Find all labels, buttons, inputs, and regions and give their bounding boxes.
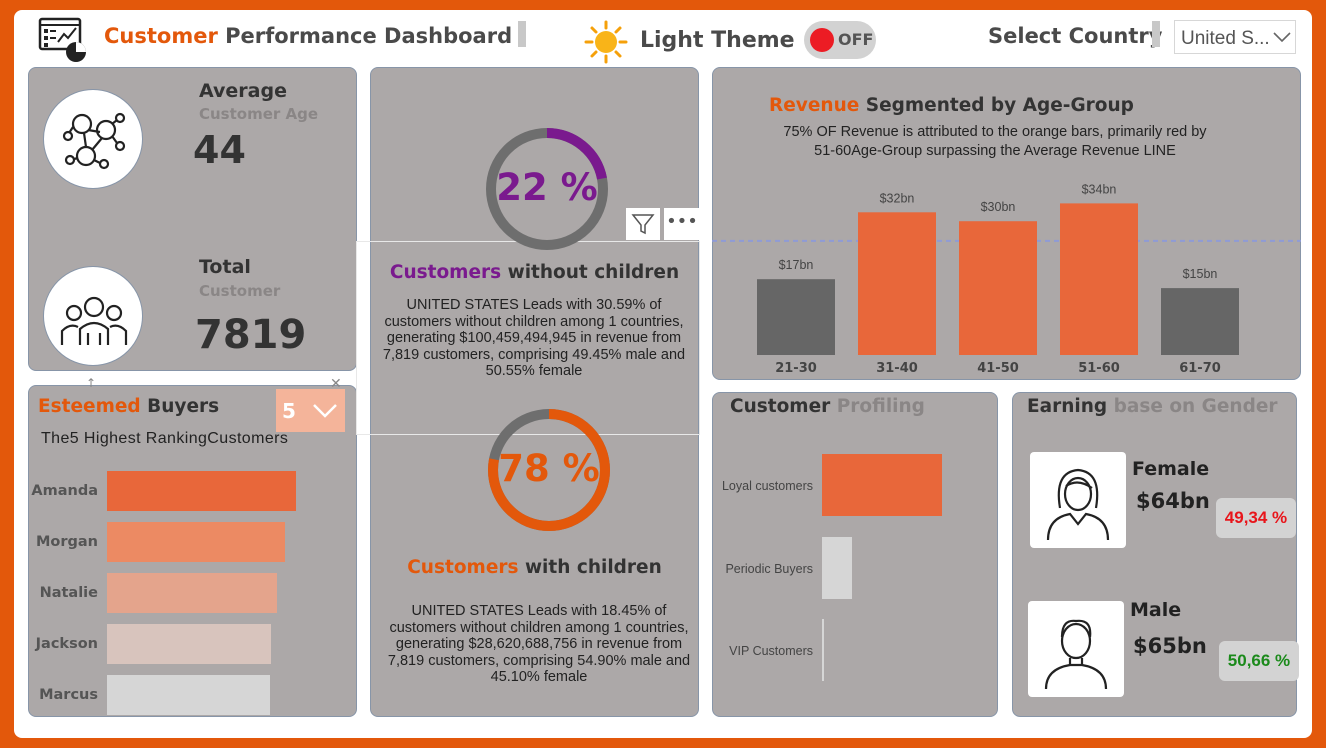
male-label: Male [1130, 599, 1182, 621]
donut-with-label: 78 % [498, 447, 600, 490]
revenue-bar[interactable] [757, 279, 835, 355]
revenue-chart-subtitle: 75% OF Revenue is attributed to the oran… [712, 123, 1278, 161]
profiling-title-rest: Profiling [836, 396, 925, 417]
without-children-title: Customers without children [370, 262, 699, 283]
top-n-value: 5 [282, 399, 296, 423]
revenue-data-label: $17bn [779, 258, 814, 272]
filter-button[interactable] [626, 208, 660, 240]
buyer-name: Amanda [31, 483, 98, 499]
revenue-bar[interactable] [1060, 203, 1138, 355]
revenue-category-label: 21-30 [775, 361, 817, 376]
buyers-title-accent: Esteemed [38, 396, 141, 417]
gender-title-accent: Earning [1027, 396, 1108, 417]
profiling-bar[interactable] [822, 537, 852, 599]
buyer-name: Jackson [35, 636, 98, 652]
buyer-bar[interactable] [107, 522, 285, 562]
buyers-subtitle: The5 Highest RankingCustomers [41, 430, 289, 447]
profiling-bar[interactable] [822, 454, 942, 516]
without-children-text: UNITED STATES Leads with 30.59% of custo… [382, 297, 686, 380]
revenue-bar[interactable] [858, 212, 936, 355]
revenue-data-label: $15bn [1183, 267, 1218, 281]
buyer-bar[interactable] [107, 573, 278, 613]
revenue-bar-chart: $17bn 21-30 $32bn 31-40 $30bn 41-50 $34bn 51-60… [712, 182, 1301, 376]
sun-icon [584, 20, 628, 64]
revenue-category-label: 61-70 [1179, 361, 1221, 376]
dashboard-logo-icon [38, 16, 90, 64]
country-label: Select Country [988, 24, 1163, 48]
female-value: $64bn [1136, 489, 1210, 513]
revenue-title-accent: Revenue [769, 95, 860, 116]
customer-profiling-card [712, 392, 998, 717]
customer-group-icon [43, 266, 143, 366]
total-customer-label: Total [199, 256, 251, 278]
toggle-knob [810, 28, 834, 52]
page-title: Customer Performance Dashboard [104, 24, 512, 48]
theme-label: Light Theme [640, 28, 795, 53]
female-avatar-icon [1030, 452, 1126, 548]
total-customer-value: 7819 [195, 312, 307, 358]
chevron-down-icon [1273, 32, 1291, 43]
with-children-title-accent: Customers [407, 557, 519, 578]
buyer-bar[interactable] [107, 471, 296, 511]
male-value: $65bn [1133, 634, 1207, 658]
profiling-category-label: VIP Customers [729, 644, 813, 658]
profiling-category-label: Periodic Buyers [725, 562, 813, 576]
page-title-rest: Performance Dashboard [225, 24, 513, 48]
buyers-title-rest: Buyers [147, 396, 220, 417]
buyer-name: Marcus [39, 687, 98, 703]
revenue-title-rest: Segmented by Age-Group [865, 95, 1134, 116]
male-pct: 50,66 % [1219, 641, 1299, 681]
without-children-title-accent: Customers [389, 262, 502, 283]
revenue-chart-title: Revenue Segmented by Age-Group [769, 95, 1134, 116]
female-label: Female [1132, 458, 1210, 480]
revenue-category-label: 31-40 [876, 361, 918, 376]
profiling-title: Customer Profiling [730, 396, 925, 417]
female-pct: 49,34 % [1216, 498, 1296, 538]
header-separator-2 [1152, 21, 1160, 47]
revenue-bar[interactable] [1161, 288, 1239, 355]
more-options-button[interactable]: ••• [664, 208, 700, 240]
total-customer-sublabel: Customer [199, 282, 281, 300]
revenue-bar[interactable] [959, 221, 1037, 355]
revenue-subtitle-line2: 51-60Age-Group surpassing the Average Re… [814, 143, 1176, 159]
buyer-bar[interactable] [107, 624, 272, 664]
header-separator [518, 21, 526, 47]
male-avatar-icon [1028, 601, 1124, 697]
with-children-title: Customers with children [370, 557, 699, 578]
page-title-accent: Customer [104, 24, 218, 48]
with-children-title-rest: with children [524, 557, 662, 578]
toggle-text: OFF [838, 30, 874, 49]
theme-toggle[interactable]: OFF [804, 21, 876, 59]
avg-age-value: 44 [193, 128, 246, 172]
filter-icon [631, 214, 655, 235]
revenue-data-label: $32bn [880, 191, 915, 205]
gender-title-rest: base on Gender [1113, 396, 1278, 417]
drill-up-icon[interactable]: ↑ [86, 376, 96, 390]
revenue-data-label: $34bn [1082, 182, 1117, 196]
profiling-category-label: Loyal customers [721, 479, 813, 493]
avg-age-label: Average [199, 80, 287, 102]
chevron-down-icon [313, 404, 337, 418]
country-select-value: United S... [1181, 28, 1270, 49]
top-n-dropdown[interactable]: 5 [276, 389, 345, 432]
profiling-title-accent: Customer [730, 396, 831, 417]
without-children-title-rest: without children [507, 262, 680, 283]
with-children-text: UNITED STATES Leads with 18.45% of custo… [387, 603, 691, 686]
avg-age-sublabel: Customer Age [199, 105, 319, 123]
buyer-bar[interactable] [107, 675, 270, 715]
revenue-category-label: 51-60 [1078, 361, 1120, 376]
customer-network-icon [43, 89, 143, 189]
country-select[interactable]: United S... [1174, 20, 1296, 54]
revenue-data-label: $30bn [981, 200, 1016, 214]
revenue-subtitle-line1: 75% OF Revenue is attributed to the oran… [783, 124, 1207, 140]
gender-title: Earning base on Gender [1027, 396, 1278, 417]
buyers-title: Esteemed Buyers [38, 396, 219, 417]
profiling-bar[interactable] [822, 619, 825, 681]
buyer-name: Morgan [35, 534, 98, 550]
buyer-name: Natalie [39, 585, 98, 601]
donut-without-label: 22 % [496, 166, 598, 209]
revenue-category-label: 41-50 [977, 361, 1019, 376]
